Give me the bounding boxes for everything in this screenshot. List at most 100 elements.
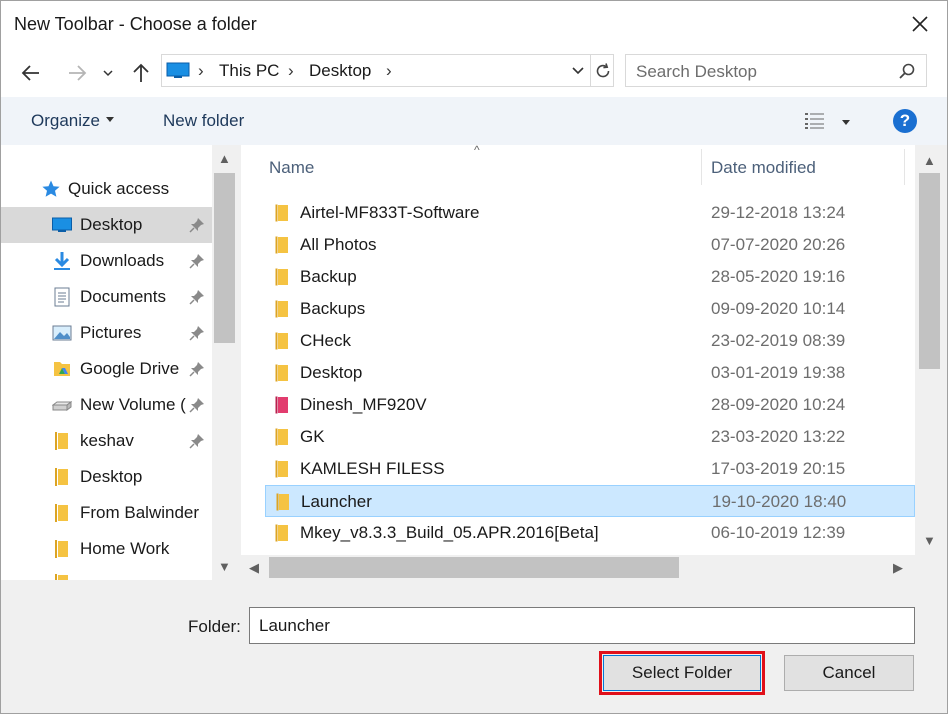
nav-label: Downloads: [80, 251, 165, 270]
new-folder-button[interactable]: New folder: [163, 111, 244, 131]
back-arrow-icon: [21, 65, 39, 81]
folder-icon: [275, 268, 288, 286]
folder-name-input[interactable]: [249, 607, 915, 644]
nav-item-documents[interactable]: Documents: [1, 279, 212, 315]
search-placeholder[interactable]: Search Desktop: [636, 62, 757, 82]
scrollbar-thumb[interactable]: [269, 557, 679, 578]
folder-icon: [275, 332, 288, 350]
pin-icon[interactable]: [189, 433, 205, 449]
organize-button[interactable]: Organize: [31, 111, 114, 131]
breadcrumb-separator-icon[interactable]: ›: [198, 61, 204, 81]
file-list: ^ Name Date modified Airtel-MF833T-Softw…: [241, 145, 915, 555]
refresh-button[interactable]: [590, 55, 614, 86]
nav-item-keshav[interactable]: keshav: [1, 423, 212, 459]
file-list-horizontal-scrollbar[interactable]: ◀ ▶: [241, 555, 915, 580]
scrollbar-corner: [915, 555, 947, 580]
file-row[interactable]: Backup 28-05-2020 19:16: [265, 261, 915, 293]
address-dropdown-button[interactable]: [566, 55, 590, 86]
close-button[interactable]: [907, 11, 933, 37]
cancel-button[interactable]: Cancel: [784, 655, 914, 691]
breadcrumb-separator-icon[interactable]: ›: [386, 61, 392, 81]
pin-icon[interactable]: [189, 397, 205, 413]
help-button[interactable]: ?: [893, 109, 917, 133]
nav-item-downloads[interactable]: Downloads: [1, 243, 212, 279]
file-row[interactable]: GK 23-03-2020 13:22: [265, 421, 915, 453]
column-header-label: Date modified: [711, 158, 816, 177]
file-row[interactable]: Dinesh_MF920V 28-09-2020 10:24: [265, 389, 915, 421]
folder-icon: [55, 574, 68, 580]
address-bar[interactable]: › This PC › Desktop ›: [161, 54, 614, 87]
file-name: Airtel-MF833T-Software: [300, 203, 480, 222]
column-separator[interactable]: [904, 149, 905, 185]
nav-item-quick-access[interactable]: Quick access: [1, 171, 212, 207]
nav-label: Google Drive: [80, 359, 180, 378]
chevron-down-icon: [103, 70, 113, 77]
pin-icon[interactable]: [189, 325, 205, 341]
breadcrumb-desktop[interactable]: Desktop: [309, 61, 371, 81]
forward-button[interactable]: [65, 61, 89, 85]
nav-label: keshav: [80, 431, 134, 450]
nav-item-from-balwinder[interactable]: From Balwinder: [1, 495, 212, 531]
chevron-down-icon: [105, 117, 114, 123]
scroll-down-icon[interactable]: ▼: [923, 533, 936, 548]
folder-label: Folder:: [188, 617, 241, 636]
scroll-left-icon[interactable]: ◀: [249, 560, 259, 576]
chevron-down-icon: [842, 120, 850, 125]
column-separator[interactable]: [701, 149, 702, 185]
file-row[interactable]: Airtel-MF833T-Software 29-12-2018 13:24: [265, 197, 915, 229]
file-name: All Photos: [300, 235, 377, 254]
google-drive-folder-icon: [54, 362, 70, 376]
nav-item-new-volume[interactable]: New Volume (: [1, 387, 212, 423]
nav-item-desktop[interactable]: Desktop: [1, 207, 212, 243]
folder-icon: [55, 540, 68, 558]
scroll-up-icon[interactable]: ▲: [923, 153, 936, 168]
file-date-modified: 07-07-2020 20:26: [711, 235, 846, 254]
file-date-modified: 23-02-2019 08:39: [711, 331, 846, 350]
change-view-button[interactable]: [804, 109, 854, 133]
file-row[interactable]: Backups 09-09-2020 10:14: [265, 293, 915, 325]
chevron-down-icon: [572, 66, 584, 74]
file-name: Backups: [300, 299, 366, 318]
breadcrumb-separator-icon[interactable]: ›: [288, 61, 294, 81]
column-header-name[interactable]: Name: [269, 145, 701, 189]
pin-icon[interactable]: [189, 289, 205, 305]
download-arrow-icon: [54, 252, 70, 270]
nav-item-home-work[interactable]: Home Work: [1, 531, 212, 567]
nav-item-desktop-folder[interactable]: Desktop: [1, 459, 212, 495]
recent-locations-button[interactable]: [99, 61, 117, 85]
scroll-down-icon[interactable]: ▼: [218, 559, 231, 574]
nav-pane-scrollbar[interactable]: ▲ ▼: [212, 145, 237, 580]
pin-icon[interactable]: [189, 253, 205, 269]
column-header-label: Name: [269, 158, 315, 177]
scroll-up-icon[interactable]: ▲: [218, 151, 231, 166]
scrollbar-thumb[interactable]: [214, 173, 235, 343]
column-header-date[interactable]: Date modified: [711, 145, 905, 189]
folder-icon: [275, 236, 288, 254]
file-row[interactable]: All Photos 07-07-2020 20:26: [265, 229, 915, 261]
file-date-modified: 09-09-2020 10:14: [711, 299, 846, 318]
file-row[interactable]: Launcher 19-10-2020 18:40: [265, 485, 915, 517]
breadcrumb-this-pc[interactable]: This PC: [219, 61, 279, 81]
refresh-icon: [596, 62, 609, 77]
choose-folder-dialog: New Toolbar - Choose a folder › This PC …: [0, 0, 948, 714]
nav-item-google-drive[interactable]: Google Drive: [1, 351, 212, 387]
search-box[interactable]: Search Desktop: [625, 54, 927, 87]
pin-icon[interactable]: [189, 361, 205, 377]
scroll-right-icon[interactable]: ▶: [893, 560, 903, 576]
file-row[interactable]: KAMLESH FILESS 17-03-2019 20:15: [265, 453, 915, 485]
file-name: Backup: [300, 267, 357, 286]
select-folder-button[interactable]: Select Folder: [599, 651, 765, 695]
back-button[interactable]: [19, 61, 43, 85]
title-bar: New Toolbar - Choose a folder: [1, 1, 947, 47]
nav-item-pictures[interactable]: Pictures: [1, 315, 212, 351]
nav-item-partial[interactable]: [1, 567, 212, 580]
document-icon: [54, 287, 70, 307]
scrollbar-thumb[interactable]: [919, 173, 940, 369]
search-icon: [899, 63, 915, 79]
file-list-vertical-scrollbar[interactable]: ▲ ▼: [915, 145, 947, 555]
file-row[interactable]: Desktop 03-01-2019 19:38: [265, 357, 915, 389]
pin-icon[interactable]: [189, 217, 205, 233]
file-row[interactable]: CHeck 23-02-2019 08:39: [265, 325, 915, 357]
file-row[interactable]: Mkey_v8.3.3_Build_05.APR.2016[Beta] 06-10…: [265, 517, 915, 549]
up-button[interactable]: [129, 61, 153, 85]
